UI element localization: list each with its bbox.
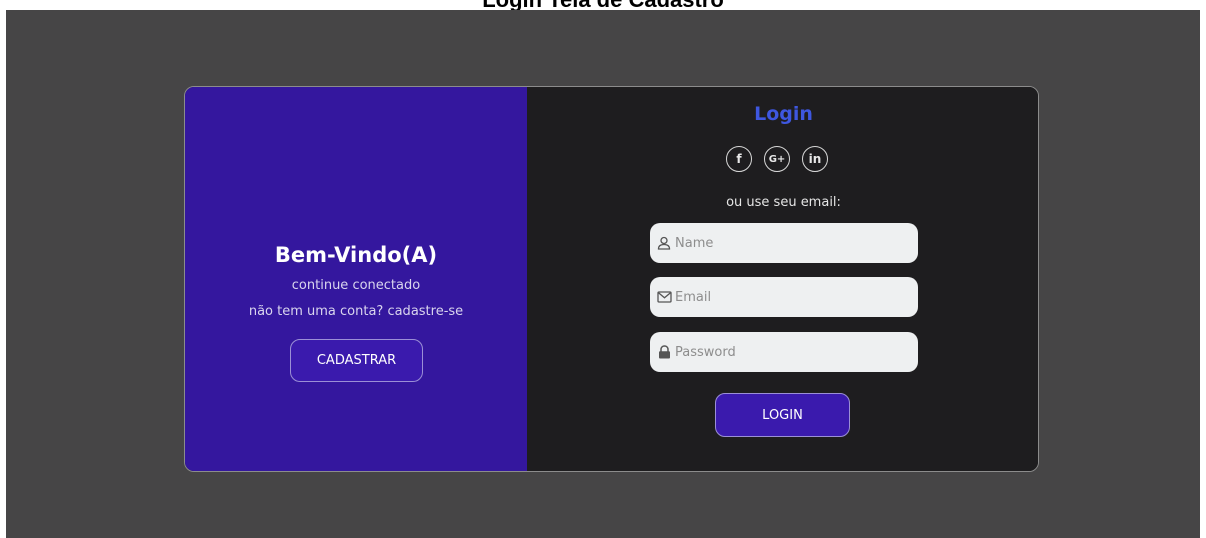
email-field[interactable] [650,277,918,317]
email-hint: ou use seu email: [726,195,841,210]
envelope-icon [656,289,672,305]
login-panel: Login f G+ in ou use seu email: Name Ema… [527,87,1038,471]
login-title: Login [754,103,813,125]
register-button[interactable]: CADASTRAR [290,339,423,382]
auth-card: Bem-Vindo(A) continue conectado não tem … [184,86,1039,472]
facebook-icon[interactable]: f [726,146,752,172]
user-icon [656,235,672,251]
password-input[interactable] [675,344,905,360]
google-plus-icon[interactable]: G+ [764,146,790,172]
social-login-row: f G+ in [726,146,846,174]
welcome-title: Bem-Vindo(A) [274,243,438,267]
welcome-signup-prompt: não tem uma conta? cadastre-se [248,304,464,319]
password-field[interactable] [650,332,918,372]
name-input[interactable] [675,235,905,251]
welcome-panel: Bem-Vindo(A) continue conectado não tem … [185,87,527,471]
linkedin-icon[interactable]: in [802,146,828,172]
login-button[interactable]: LOGIN [715,393,850,437]
name-field[interactable] [650,223,918,263]
lock-icon [656,344,672,360]
email-input[interactable] [675,289,905,305]
welcome-subtitle: continue conectado [291,278,421,293]
